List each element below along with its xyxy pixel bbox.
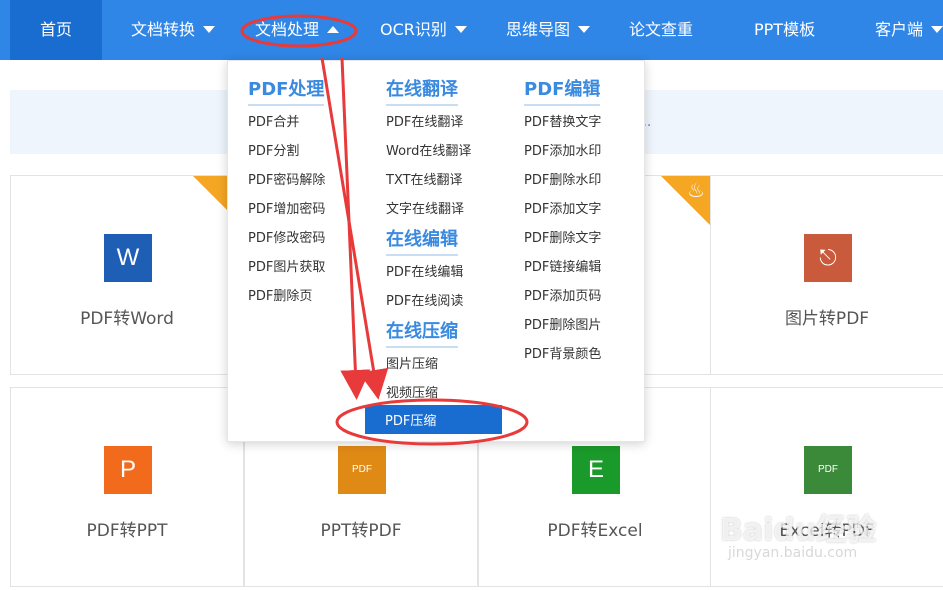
excel-pdf-icon: PDF bbox=[804, 446, 852, 494]
menu-pdf-compress[interactable]: PDF压缩 bbox=[365, 405, 502, 434]
excel-icon: E bbox=[572, 446, 620, 494]
chevron-down-icon bbox=[203, 26, 216, 33]
card-image-to-pdf[interactable]: ⎋ 图片转PDF bbox=[710, 175, 943, 375]
menu-image-compress[interactable]: 图片压缩 bbox=[386, 353, 438, 372]
menu-pdf-add-password[interactable]: PDF增加密码 bbox=[248, 198, 325, 217]
card-label: PDF转Word bbox=[80, 309, 174, 329]
menu-txt-translate[interactable]: TXT在线翻译 bbox=[386, 169, 463, 188]
powerpoint-icon: P bbox=[104, 446, 152, 494]
nav-client[interactable]: 客户端 bbox=[875, 0, 943, 60]
menu-pdf-online-read[interactable]: PDF在线阅读 bbox=[386, 290, 463, 309]
nav-mindmap[interactable]: 思维导图 bbox=[506, 0, 591, 60]
menu-pdf-add-watermark[interactable]: PDF添加水印 bbox=[524, 140, 601, 159]
menu-pdf-add-page-number[interactable]: PDF添加页码 bbox=[524, 285, 601, 304]
chevron-down-icon bbox=[578, 26, 591, 33]
menu-video-compress[interactable]: 视频压缩 bbox=[386, 382, 438, 401]
chevron-down-icon bbox=[931, 26, 943, 33]
card-label: PDF转Excel bbox=[547, 521, 643, 541]
menu-word-translate[interactable]: Word在线翻译 bbox=[386, 140, 471, 159]
menu-pdf-change-password[interactable]: PDF修改密码 bbox=[248, 227, 325, 246]
ppt-pdf-icon: PDF bbox=[338, 446, 386, 494]
word-icon: W bbox=[104, 234, 152, 282]
doc-process-dropdown: PDF处理 PDF合并 PDF分割 PDF密码解除 PDF增加密码 PDF修改密… bbox=[227, 60, 645, 442]
card-pdf-to-word[interactable]: W PDF转Word bbox=[10, 175, 244, 375]
menu-pdf-online-edit[interactable]: PDF在线编辑 bbox=[386, 261, 463, 280]
menu-pdf-delete-page[interactable]: PDF删除页 bbox=[248, 285, 312, 304]
menu-pdf-extract-images[interactable]: PDF图片获取 bbox=[248, 256, 325, 275]
nav-home[interactable]: 首页 bbox=[10, 0, 102, 60]
nav-ppt-template[interactable]: PPT模板 bbox=[754, 0, 815, 60]
menu-pdf-unlock[interactable]: PDF密码解除 bbox=[248, 169, 325, 188]
top-nav: 首页 文档转换 文档处理 OCR识别 思维导图 论文查重 PPT模板 客户端 bbox=[0, 0, 943, 60]
menu-pdf-merge[interactable]: PDF合并 bbox=[248, 111, 299, 130]
menu-pdf-replace-text[interactable]: PDF替换文字 bbox=[524, 111, 601, 130]
menu-text-translate[interactable]: 文字在线翻译 bbox=[386, 198, 464, 217]
heading-pdf-edit: PDF编辑 bbox=[524, 75, 601, 106]
heading-online-translate: 在线翻译 bbox=[386, 75, 458, 106]
nav-doc-convert[interactable]: 文档转换 bbox=[131, 0, 216, 60]
menu-pdf-translate[interactable]: PDF在线翻译 bbox=[386, 111, 463, 130]
menu-pdf-link-edit[interactable]: PDF链接编辑 bbox=[524, 256, 601, 275]
card-label: PPT转PDF bbox=[320, 521, 402, 541]
pdf-icon: ⎋ bbox=[804, 234, 852, 282]
menu-pdf-remove-watermark[interactable]: PDF删除水印 bbox=[524, 169, 601, 188]
card-label: PDF转PPT bbox=[86, 521, 168, 541]
nav-paper-check[interactable]: 论文查重 bbox=[629, 0, 693, 60]
menu-pdf-delete-text[interactable]: PDF删除文字 bbox=[524, 227, 601, 246]
heading-online-edit: 在线编辑 bbox=[386, 225, 458, 256]
watermark-url: jingyan.baidu.com bbox=[728, 545, 858, 561]
flame-icon: ♨ bbox=[687, 178, 705, 202]
chevron-up-icon bbox=[327, 26, 340, 33]
menu-pdf-split[interactable]: PDF分割 bbox=[248, 140, 299, 159]
heading-pdf-process: PDF处理 bbox=[248, 75, 325, 106]
menu-pdf-add-text[interactable]: PDF添加文字 bbox=[524, 198, 601, 217]
menu-pdf-background-color[interactable]: PDF背景颜色 bbox=[524, 343, 601, 362]
card-pdf-to-ppt[interactable]: P PDF转PPT bbox=[10, 387, 244, 587]
nav-doc-process[interactable]: 文档处理 bbox=[255, 0, 340, 60]
card-label: 图片转PDF bbox=[784, 309, 870, 329]
nav-ocr[interactable]: OCR识别 bbox=[380, 0, 467, 60]
menu-pdf-delete-image[interactable]: PDF删除图片 bbox=[524, 314, 601, 333]
heading-online-compress: 在线压缩 bbox=[386, 317, 458, 348]
watermark-logo: Baidu经验 bbox=[720, 513, 877, 548]
chevron-down-icon bbox=[454, 26, 467, 33]
